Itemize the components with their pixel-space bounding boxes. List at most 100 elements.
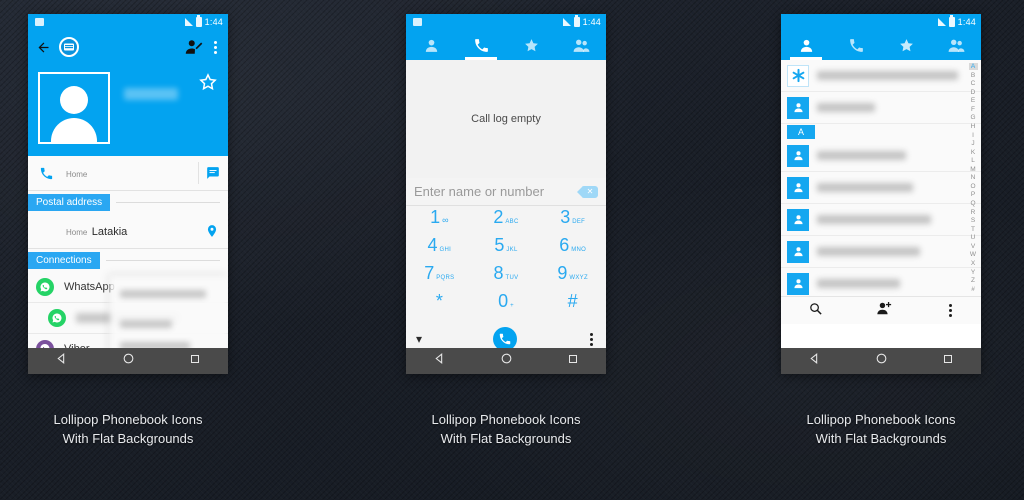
star-outline-icon[interactable] xyxy=(198,72,218,97)
list-item[interactable] xyxy=(781,140,981,172)
contact-list[interactable]: A A B C D E F G H I J K L M N O P Q R S … xyxy=(781,60,981,296)
message-icon[interactable] xyxy=(198,162,220,184)
alpha-index-item[interactable]: # xyxy=(971,286,975,293)
postal-address-row[interactable]: Home Latakia xyxy=(28,214,228,249)
nav-home-icon[interactable] xyxy=(500,352,513,370)
alpha-index-item[interactable]: Q xyxy=(970,200,975,207)
dialpad-key-6[interactable]: 6 MNO xyxy=(539,236,606,264)
tab-call-log[interactable] xyxy=(456,30,506,60)
person-icon xyxy=(787,96,809,119)
list-item[interactable] xyxy=(781,268,981,296)
dialpad-key-2[interactable]: 2 ABC xyxy=(473,208,540,236)
call-log-empty-text: Call log empty xyxy=(471,113,541,125)
alpha-index-item[interactable]: X xyxy=(971,260,975,267)
tab-groups[interactable] xyxy=(556,30,606,60)
tab-favorites[interactable] xyxy=(881,30,931,60)
dialpad-key-9[interactable]: 9 WXYZ xyxy=(539,264,606,292)
nav-home-icon[interactable] xyxy=(122,352,135,370)
edit-contact-icon[interactable] xyxy=(185,38,203,56)
app-bar xyxy=(28,30,228,64)
alpha-index-item[interactable]: R xyxy=(971,209,976,216)
tab-contacts[interactable] xyxy=(406,30,456,60)
back-arrow-icon[interactable] xyxy=(36,40,51,55)
battery-icon xyxy=(195,15,202,27)
tab-call-log[interactable] xyxy=(831,30,881,60)
alpha-index-item[interactable]: H xyxy=(971,123,976,130)
alpha-index-item[interactable]: I xyxy=(972,132,974,139)
list-item[interactable] xyxy=(781,92,981,124)
alpha-index-item[interactable]: U xyxy=(971,234,976,241)
key-letters: WXYZ xyxy=(569,275,588,281)
alpha-index-item[interactable]: S xyxy=(971,217,975,224)
status-bar-time: 1:44 xyxy=(957,17,976,27)
dialpad-key-5[interactable]: 5 JKL xyxy=(473,236,540,264)
alpha-index-item[interactable]: B xyxy=(971,72,975,79)
dialpad-key-7[interactable]: 7 PQRS xyxy=(406,264,473,292)
nav-recents-icon[interactable] xyxy=(942,352,954,370)
overflow-menu-icon[interactable] xyxy=(211,40,220,54)
connections-label: Connections xyxy=(28,252,100,269)
key-digit: 2 xyxy=(493,207,504,227)
location-pin-icon[interactable] xyxy=(198,220,220,242)
contacts-badge-icon[interactable] xyxy=(59,37,79,57)
dial-input-row[interactable]: Enter name or number ✕ xyxy=(406,178,606,206)
dialpad-key-1[interactable]: 1 ∞ xyxy=(406,208,473,236)
alpha-index-item[interactable]: E xyxy=(971,97,975,104)
dialpad-key-star[interactable]: * xyxy=(406,292,473,320)
list-item[interactable] xyxy=(781,236,981,268)
list-item[interactable] xyxy=(781,60,981,92)
nav-home-icon[interactable] xyxy=(875,352,888,370)
android-nav-bar xyxy=(406,348,606,374)
dialpad-key-hash[interactable]: # xyxy=(539,292,606,320)
contact-avatar-icon[interactable] xyxy=(38,72,110,144)
search-icon[interactable] xyxy=(808,301,823,321)
alpha-index-item[interactable]: A xyxy=(968,63,978,70)
nav-recents-icon[interactable] xyxy=(567,352,579,370)
phone-number-row[interactable]: Home xyxy=(28,156,228,191)
alpha-index-item[interactable]: C xyxy=(971,80,976,87)
dialpad-key-4[interactable]: 4 GHI xyxy=(406,236,473,264)
list-item[interactable] xyxy=(781,204,981,236)
alpha-index-item[interactable]: K xyxy=(971,149,975,156)
alpha-index-item[interactable]: J xyxy=(971,140,974,147)
nav-recents-icon[interactable] xyxy=(189,352,201,370)
alpha-index-item[interactable]: D xyxy=(971,89,976,96)
backspace-icon[interactable]: ✕ xyxy=(577,185,598,198)
alphabet-index[interactable]: A B C D E F G H I J K L M N O P Q R S T xyxy=(966,62,980,294)
alpha-index-item[interactable]: N xyxy=(971,174,976,181)
tab-favorites[interactable] xyxy=(506,30,556,60)
dialpad-key-8[interactable]: 8 TUV xyxy=(473,264,540,292)
key-letters: MNO xyxy=(571,247,587,253)
nav-back-icon[interactable] xyxy=(55,352,68,370)
overflow-menu-icon[interactable] xyxy=(587,332,596,346)
alpha-index-item[interactable]: L xyxy=(971,157,975,164)
dial-input-field[interactable]: Enter name or number xyxy=(414,184,576,199)
alpha-index-item[interactable]: F xyxy=(971,106,975,113)
add-contact-icon[interactable] xyxy=(876,301,893,321)
nav-back-icon[interactable] xyxy=(433,352,446,370)
alpha-index-item[interactable]: G xyxy=(970,114,975,121)
key-digit: 0 xyxy=(498,291,509,311)
dialpad-key-0[interactable]: 0 + xyxy=(473,292,540,320)
alpha-index-item[interactable]: T xyxy=(971,226,975,233)
alpha-index-item[interactable]: O xyxy=(970,183,975,190)
tab-contacts[interactable] xyxy=(781,30,831,60)
nav-back-icon[interactable] xyxy=(808,352,821,370)
status-bar: 1:44 xyxy=(406,14,606,30)
overflow-menu-icon[interactable] xyxy=(946,304,955,317)
tab-groups[interactable] xyxy=(931,30,981,60)
alpha-index-item[interactable]: Y xyxy=(971,269,975,276)
dialer-tab-bar xyxy=(406,30,606,60)
alpha-index-item[interactable]: V xyxy=(971,243,975,250)
postal-address-type: Home xyxy=(66,228,88,237)
alpha-index-item[interactable]: Z xyxy=(971,277,975,284)
dialpad-key-3[interactable]: 3 DEF xyxy=(539,208,606,236)
alpha-index-item[interactable]: P xyxy=(971,191,975,198)
contact-name-redacted xyxy=(817,71,959,80)
alpha-index-item[interactable]: M xyxy=(970,166,975,173)
list-item[interactable] xyxy=(781,172,981,204)
section-divider xyxy=(116,202,220,203)
postal-address-value: Latakia xyxy=(91,226,128,238)
alpha-index-item[interactable]: W xyxy=(970,251,976,258)
chevron-down-icon[interactable]: ▾ xyxy=(416,333,422,345)
